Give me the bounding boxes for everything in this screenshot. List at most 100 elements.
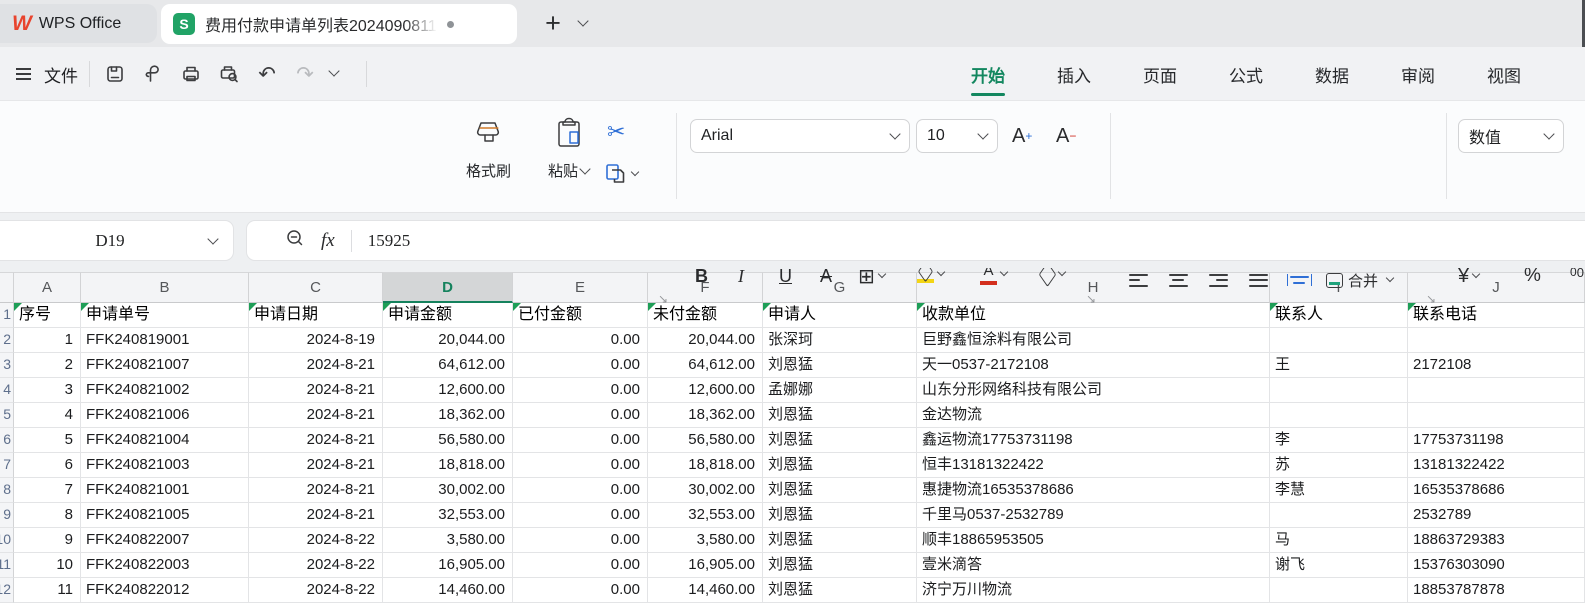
cell-A12[interactable]: 11 — [14, 578, 81, 603]
redo-button[interactable]: ↷ — [288, 57, 322, 91]
row-header-10[interactable]: 10 — [0, 528, 14, 553]
paste-button[interactable]: 粘贴 — [548, 115, 589, 181]
cell-E1[interactable]: 已付金额 — [513, 303, 648, 328]
save-button[interactable] — [98, 57, 132, 91]
tab-list-chevron-icon[interactable] — [577, 15, 588, 26]
cell-D8[interactable]: 30,002.00 — [383, 478, 513, 503]
cell-J1[interactable]: 联系电话 — [1408, 303, 1585, 328]
cell-D4[interactable]: 12,600.00 — [383, 378, 513, 403]
cell-C6[interactable]: 2024-8-21 — [249, 428, 383, 453]
column-header-A[interactable]: A — [14, 272, 81, 303]
cell-B11[interactable]: FFK240822003 — [81, 553, 249, 578]
print-preview-button[interactable] — [212, 57, 246, 91]
cell-D12[interactable]: 14,460.00 — [383, 578, 513, 603]
cell-J11[interactable]: 15376303090 — [1408, 553, 1585, 578]
cell-J3[interactable]: 2172108 — [1408, 353, 1585, 378]
cell-C4[interactable]: 2024-8-21 — [249, 378, 383, 403]
cell-A7[interactable]: 6 — [14, 453, 81, 478]
cell-A4[interactable]: 3 — [14, 378, 81, 403]
cell-I1[interactable]: 联系人 — [1270, 303, 1408, 328]
column-header-D[interactable]: D — [383, 272, 513, 303]
cell-F10[interactable]: 3,580.00 — [648, 528, 763, 553]
cell-F6[interactable]: 56,580.00 — [648, 428, 763, 453]
cell-B3[interactable]: FFK240821007 — [81, 353, 249, 378]
cell-D2[interactable]: 20,044.00 — [383, 328, 513, 353]
cell-B10[interactable]: FFK240822007 — [81, 528, 249, 553]
cell-J5[interactable] — [1408, 403, 1585, 428]
cell-G12[interactable]: 刘恩猛 — [763, 578, 917, 603]
cell-F11[interactable]: 16,905.00 — [648, 553, 763, 578]
font-size-combobox[interactable]: 10 — [916, 119, 998, 153]
cell-E12[interactable]: 0.00 — [513, 578, 648, 603]
cell-J10[interactable]: 18863729383 — [1408, 528, 1585, 553]
export-pdf-button[interactable] — [136, 57, 170, 91]
cell-E9[interactable]: 0.00 — [513, 503, 648, 528]
zoom-out-icon[interactable] — [285, 228, 305, 253]
cell-H5[interactable]: 金达物流 — [917, 403, 1270, 428]
cell-A10[interactable]: 9 — [14, 528, 81, 553]
decrease-font-size-button[interactable]: A− — [1056, 121, 1076, 151]
cell-J9[interactable]: 2532789 — [1408, 503, 1585, 528]
merge-cells-button[interactable]: 合并 — [1326, 265, 1393, 295]
toolbar-more-chevron-icon[interactable] — [328, 65, 339, 76]
cell-G3[interactable]: 刘恩猛 — [763, 353, 917, 378]
cell-I5[interactable] — [1270, 403, 1408, 428]
cell-H10[interactable]: 顺丰18865953505 — [917, 528, 1270, 553]
cell-C2[interactable]: 2024-8-19 — [249, 328, 383, 353]
cell-F1[interactable]: 未付金额 — [648, 303, 763, 328]
cell-A9[interactable]: 8 — [14, 503, 81, 528]
cell-H2[interactable]: 巨野鑫恒涂料有限公司 — [917, 328, 1270, 353]
cell-E2[interactable]: 0.00 — [513, 328, 648, 353]
cell-A5[interactable]: 4 — [14, 403, 81, 428]
select-all-corner[interactable] — [0, 272, 14, 303]
cell-D7[interactable]: 18,818.00 — [383, 453, 513, 478]
number-format-combobox[interactable]: 数值 — [1458, 119, 1564, 153]
print-button[interactable] — [174, 57, 208, 91]
cell-B1[interactable]: 申请单号 — [81, 303, 249, 328]
cell-E3[interactable]: 0.00 — [513, 353, 648, 378]
ribbon-tab-插入[interactable]: 插入 — [1057, 62, 1091, 87]
cut-button[interactable]: ✂ — [607, 117, 625, 147]
cell-C10[interactable]: 2024-8-22 — [249, 528, 383, 553]
cell-C3[interactable]: 2024-8-21 — [249, 353, 383, 378]
cell-F9[interactable]: 32,553.00 — [648, 503, 763, 528]
format-painter-button[interactable]: 格式刷 — [466, 117, 511, 181]
row-header-12[interactable]: 12 — [0, 578, 14, 603]
cell-H1[interactable]: 收款单位 — [917, 303, 1270, 328]
row-header-4[interactable]: 4 — [0, 378, 14, 403]
cell-J12[interactable]: 18853787878 — [1408, 578, 1585, 603]
cell-G8[interactable]: 刘恩猛 — [763, 478, 917, 503]
cell-G11[interactable]: 刘恩猛 — [763, 553, 917, 578]
cell-A3[interactable]: 2 — [14, 353, 81, 378]
cell-I3[interactable]: 王 — [1270, 353, 1408, 378]
row-header-5[interactable]: 5 — [0, 403, 14, 428]
cell-G2[interactable]: 张深珂 — [763, 328, 917, 353]
cell-B2[interactable]: FFK240819001 — [81, 328, 249, 353]
cell-I6[interactable]: 李 — [1270, 428, 1408, 453]
cell-J6[interactable]: 17753731198 — [1408, 428, 1585, 453]
cell-G6[interactable]: 刘恩猛 — [763, 428, 917, 453]
align-right-button[interactable] — [1202, 265, 1234, 295]
cell-F3[interactable]: 64,612.00 — [648, 353, 763, 378]
cell-B4[interactable]: FFK240821002 — [81, 378, 249, 403]
ribbon-tab-公式[interactable]: 公式 — [1229, 62, 1263, 87]
cell-I4[interactable] — [1270, 378, 1408, 403]
cell-H8[interactable]: 惠捷物流16535378686 — [917, 478, 1270, 503]
cell-E11[interactable]: 0.00 — [513, 553, 648, 578]
cell-C7[interactable]: 2024-8-21 — [249, 453, 383, 478]
app-brand[interactable]: W WPS Office — [0, 4, 157, 43]
main-menu-icon[interactable] — [16, 73, 31, 75]
cell-F4[interactable]: 12,600.00 — [648, 378, 763, 403]
cell-G1[interactable]: 申请人 — [763, 303, 917, 328]
column-header-E[interactable]: E — [513, 272, 648, 303]
justify-button[interactable] — [1242, 265, 1274, 295]
cell-B9[interactable]: FFK240821005 — [81, 503, 249, 528]
ribbon-tab-页面[interactable]: 页面 — [1143, 62, 1177, 87]
cell-C11[interactable]: 2024-8-22 — [249, 553, 383, 578]
cell-B5[interactable]: FFK240821006 — [81, 403, 249, 428]
cell-J8[interactable]: 16535378686 — [1408, 478, 1585, 503]
cell-G9[interactable]: 刘恩猛 — [763, 503, 917, 528]
cell-I11[interactable]: 谢飞 — [1270, 553, 1408, 578]
cell-I2[interactable] — [1270, 328, 1408, 353]
row-header-8[interactable]: 8 — [0, 478, 14, 503]
